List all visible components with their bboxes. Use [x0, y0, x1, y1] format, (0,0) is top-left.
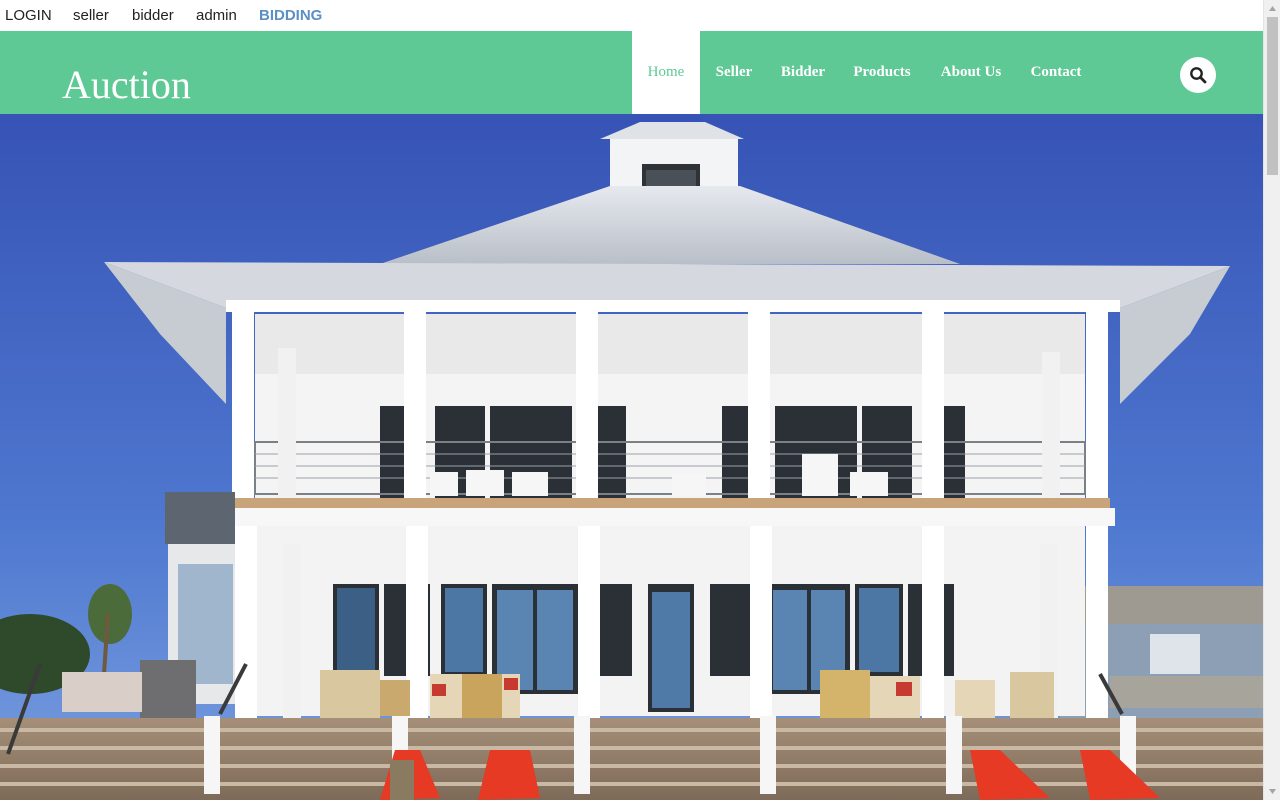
- seller-link[interactable]: seller: [73, 7, 109, 24]
- bidding-link[interactable]: BIDDING: [259, 7, 322, 24]
- bidder-link[interactable]: bidder: [132, 7, 174, 24]
- scroll-down-arrow-icon[interactable]: [1264, 783, 1280, 800]
- search-button[interactable]: [1180, 57, 1216, 93]
- login-link[interactable]: LOGIN: [5, 7, 52, 24]
- site-header: Auction Home Seller Bidder Products Abou…: [0, 31, 1263, 114]
- nav-contact[interactable]: Contact: [1024, 31, 1088, 114]
- beach-house-illustration: [0, 114, 1263, 800]
- admin-link[interactable]: admin: [196, 7, 237, 24]
- vertical-scrollbar[interactable]: [1263, 0, 1280, 800]
- scrollbar-thumb[interactable]: [1267, 17, 1278, 175]
- nav-bidder[interactable]: Bidder: [772, 31, 834, 114]
- top-link-bar: LOGIN seller bidder admin BIDDING: [0, 0, 1263, 31]
- scroll-up-arrow-icon[interactable]: [1264, 0, 1280, 17]
- nav-products[interactable]: Products: [846, 31, 918, 114]
- search-icon: [1190, 67, 1207, 84]
- nav-seller[interactable]: Seller: [704, 31, 764, 114]
- nav-home[interactable]: Home: [632, 31, 700, 114]
- site-logo[interactable]: Auction: [62, 61, 191, 108]
- nav-about-us[interactable]: About Us: [932, 31, 1010, 114]
- hero-image: [0, 114, 1263, 800]
